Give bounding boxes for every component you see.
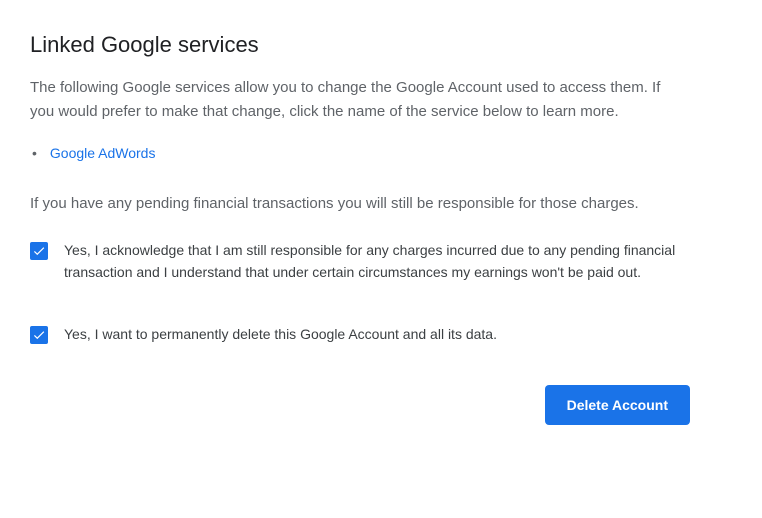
page-heading: Linked Google services	[30, 32, 732, 58]
checkbox-confirm-delete[interactable]	[30, 326, 48, 344]
checkbox-row-confirm-delete: Yes, I want to permanently delete this G…	[30, 324, 710, 346]
service-list: Google AdWords	[30, 142, 732, 164]
checkbox-row-acknowledge: Yes, I acknowledge that I am still respo…	[30, 240, 710, 283]
checkbox-label-acknowledge[interactable]: Yes, I acknowledge that I am still respo…	[64, 240, 710, 283]
checkmark-icon	[32, 244, 46, 258]
delete-account-button[interactable]: Delete Account	[545, 385, 690, 425]
pending-transactions-paragraph: If you have any pending financial transa…	[30, 192, 670, 216]
button-row: Delete Account	[30, 385, 690, 425]
checkmark-icon	[32, 328, 46, 342]
service-link-adwords[interactable]: Google AdWords	[50, 145, 156, 161]
service-list-item: Google AdWords	[46, 142, 732, 164]
checkbox-acknowledge[interactable]	[30, 242, 48, 260]
checkbox-label-confirm-delete[interactable]: Yes, I want to permanently delete this G…	[64, 324, 497, 346]
intro-paragraph: The following Google services allow you …	[30, 76, 670, 124]
